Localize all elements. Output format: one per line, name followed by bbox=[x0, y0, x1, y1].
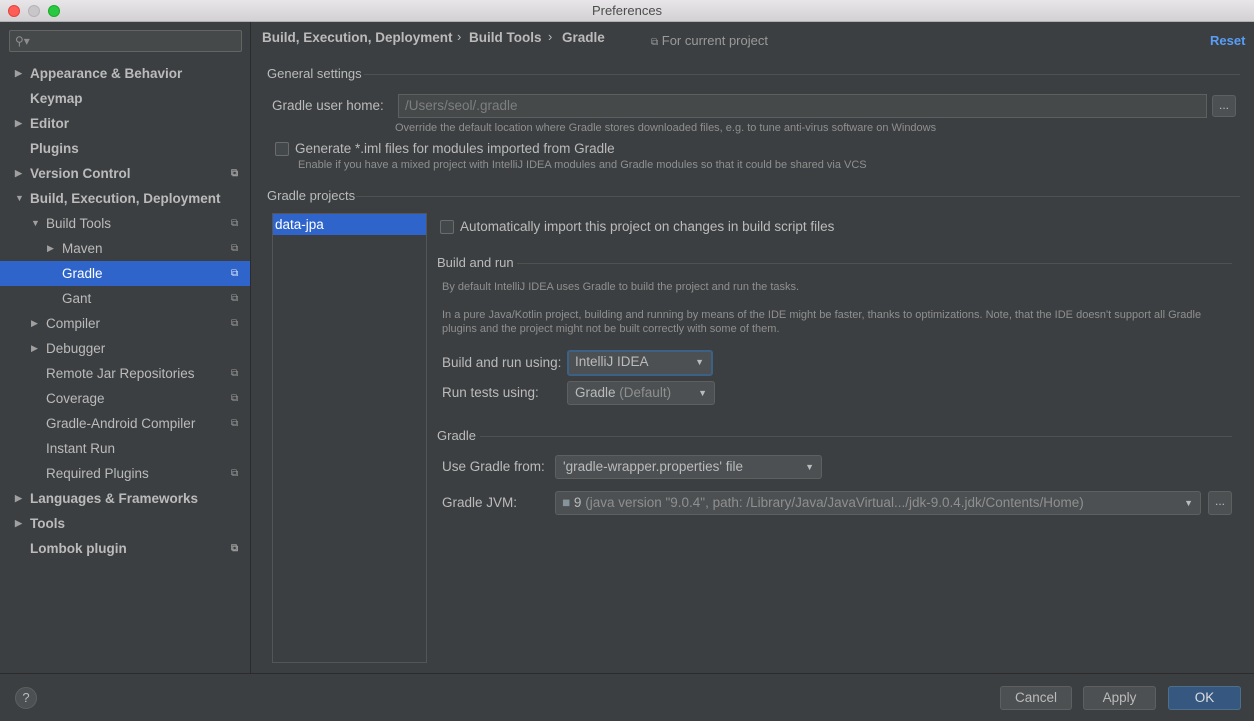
tree-item-gradle-android-compiler[interactable]: Gradle-Android Compiler ⧉ bbox=[0, 411, 250, 436]
generate-iml-hint: Enable if you have a mixed project with … bbox=[298, 159, 867, 171]
auto-import-checkbox[interactable] bbox=[440, 220, 454, 234]
window-title: Preferences bbox=[591, 3, 663, 18]
browse-jvm-button[interactable]: ... bbox=[1208, 491, 1232, 515]
project-scope-icon: ⧉ bbox=[231, 418, 239, 429]
build-and-run-note-line1: In a pure Java/Kotlin project, building … bbox=[442, 309, 1202, 321]
divider bbox=[364, 74, 1240, 75]
tree-item-required-plugins[interactable]: Required Plugins ⧉ bbox=[0, 461, 250, 486]
auto-import-label: Automatically import this project on cha… bbox=[460, 219, 835, 234]
tree-item-gradle[interactable]: Gradle ⧉ bbox=[0, 261, 250, 286]
project-scope-icon: ⧉ bbox=[651, 37, 659, 48]
tree-item-appearance-behavior[interactable]: ▶ Appearance & Behavior bbox=[0, 61, 250, 86]
chevron-down-icon: ▼ bbox=[695, 357, 704, 367]
tree-item-build-execution-deployment[interactable]: ▼ Build, Execution, Deployment bbox=[0, 186, 250, 211]
breadcrumb-item: Build Tools bbox=[469, 30, 542, 45]
chevron-down-icon: ▼ bbox=[1184, 498, 1193, 508]
tree-item-languages-frameworks[interactable]: ▶ Languages & Frameworks bbox=[0, 486, 250, 511]
settings-sidebar: ⚲▾ ▶ Appearance & Behavior Keymap ▶ Edit… bbox=[0, 22, 251, 673]
tree-item-gant[interactable]: Gant ⧉ bbox=[0, 286, 250, 311]
build-and-run-using-label: Build and run using: bbox=[442, 355, 562, 370]
folder-icon: ■ bbox=[562, 495, 571, 510]
gradle-jvm-label: Gradle JVM: bbox=[442, 495, 518, 510]
chevron-down-icon: ▼ bbox=[698, 388, 707, 398]
expand-arrow-icon[interactable]: ▶ bbox=[31, 336, 38, 361]
project-scope-icon: ⧉ bbox=[231, 393, 239, 404]
project-scope-icon: ⧉ bbox=[231, 368, 239, 379]
divider bbox=[517, 263, 1232, 264]
expand-arrow-icon[interactable]: ▶ bbox=[15, 111, 22, 136]
gradle-user-home-hint: Override the default location where Grad… bbox=[395, 122, 937, 134]
breadcrumb-item: Build, Execution, Deployment bbox=[262, 30, 453, 45]
expand-arrow-icon[interactable]: ▶ bbox=[15, 511, 22, 536]
tree-item-tools[interactable]: ▶ Tools bbox=[0, 511, 250, 536]
project-item-data-jpa[interactable]: data-jpa bbox=[273, 214, 426, 235]
tree-item-compiler[interactable]: ▶ Compiler ⧉ bbox=[0, 311, 250, 336]
chevron-down-icon: ▼ bbox=[805, 462, 814, 472]
settings-search-input[interactable]: ⚲▾ bbox=[9, 30, 242, 52]
browse-button[interactable]: ... bbox=[1212, 95, 1236, 117]
generate-iml-checkbox[interactable] bbox=[275, 142, 289, 156]
build-and-run-using-select[interactable]: IntelliJ IDEA ▼ bbox=[567, 350, 713, 376]
collapse-arrow-icon[interactable]: ▼ bbox=[15, 186, 24, 211]
project-scope-icon: ⧉ bbox=[231, 268, 239, 279]
run-tests-using-label: Run tests using: bbox=[442, 385, 539, 400]
gradle-projects-title: Gradle projects bbox=[267, 188, 356, 203]
project-scope-icon: ⧉ bbox=[231, 218, 239, 229]
gradle-jvm-select[interactable]: ■ 9 (java version "9.0.4", path: /Librar… bbox=[555, 491, 1201, 515]
project-scope-icon: ⧉ bbox=[231, 293, 239, 304]
project-scope-icon: ⧉ bbox=[231, 168, 239, 179]
dialog-footer: ? Cancel Apply OK bbox=[0, 673, 1254, 721]
tree-item-lombok-plugin[interactable]: Lombok plugin ⧉ bbox=[0, 536, 250, 561]
use-gradle-from-select[interactable]: 'gradle-wrapper.properties' file ▼ bbox=[555, 455, 822, 479]
tree-item-instant-run[interactable]: Instant Run bbox=[0, 436, 250, 461]
expand-arrow-icon[interactable]: ▶ bbox=[47, 236, 54, 261]
project-scope-icon: ⧉ bbox=[231, 468, 239, 479]
build-and-run-description: By default IntelliJ IDEA uses Gradle to … bbox=[442, 281, 800, 293]
project-scope-icon: ⧉ bbox=[231, 543, 239, 554]
title-bar: Preferences bbox=[0, 0, 1254, 22]
tree-item-build-tools[interactable]: ▼ Build Tools ⧉ bbox=[0, 211, 250, 236]
divider bbox=[480, 436, 1232, 437]
search-icon: ⚲▾ bbox=[15, 34, 30, 48]
general-settings-title: General settings bbox=[267, 66, 362, 81]
settings-content: Build, Execution, Deployment › Build Too… bbox=[252, 22, 1254, 673]
tree-item-version-control[interactable]: ▶ Version Control ⧉ bbox=[0, 161, 250, 186]
cancel-button[interactable]: Cancel bbox=[1000, 686, 1072, 710]
divider bbox=[356, 196, 1240, 197]
expand-arrow-icon[interactable]: ▶ bbox=[15, 486, 22, 511]
use-gradle-from-label: Use Gradle from: bbox=[442, 459, 545, 474]
project-scope-icon: ⧉ bbox=[231, 243, 239, 254]
ok-button[interactable]: OK bbox=[1168, 686, 1241, 710]
tree-item-plugins[interactable]: Plugins bbox=[0, 136, 250, 161]
gradle-user-home-input[interactable]: /Users/seol/.gradle bbox=[398, 94, 1207, 118]
apply-button[interactable]: Apply bbox=[1083, 686, 1156, 710]
run-tests-using-select[interactable]: Gradle (Default) ▼ bbox=[567, 381, 715, 405]
gradle-projects-list[interactable]: data-jpa bbox=[272, 213, 427, 663]
gradle-section-title: Gradle bbox=[437, 428, 477, 443]
for-current-project-note: ⧉ For current project bbox=[651, 33, 768, 48]
breadcrumb-separator-icon: › bbox=[548, 29, 553, 44]
tree-item-remote-jar-repositories[interactable]: Remote Jar Repositories ⧉ bbox=[0, 361, 250, 386]
help-button[interactable]: ? bbox=[15, 687, 37, 709]
build-and-run-title: Build and run bbox=[437, 255, 514, 270]
tree-item-editor[interactable]: ▶ Editor bbox=[0, 111, 250, 136]
generate-iml-label: Generate *.iml files for modules importe… bbox=[295, 141, 615, 156]
expand-arrow-icon[interactable]: ▶ bbox=[15, 61, 22, 86]
expand-arrow-icon[interactable]: ▶ bbox=[15, 161, 22, 186]
tree-item-keymap[interactable]: Keymap bbox=[0, 86, 250, 111]
reset-link[interactable]: Reset bbox=[1210, 33, 1245, 48]
tree-item-debugger[interactable]: ▶ Debugger bbox=[0, 336, 250, 361]
gradle-user-home-label: Gradle user home: bbox=[272, 98, 384, 113]
breadcrumb-item: Gradle bbox=[562, 30, 605, 45]
tree-item-maven[interactable]: ▶ Maven ⧉ bbox=[0, 236, 250, 261]
expand-arrow-icon[interactable]: ▶ bbox=[31, 311, 38, 336]
build-and-run-note-line2: plugins and the project might not be bui… bbox=[442, 323, 780, 335]
tree-item-coverage[interactable]: Coverage ⧉ bbox=[0, 386, 250, 411]
project-scope-icon: ⧉ bbox=[231, 318, 239, 329]
collapse-arrow-icon[interactable]: ▼ bbox=[31, 211, 40, 236]
breadcrumb-separator-icon: › bbox=[457, 29, 462, 44]
